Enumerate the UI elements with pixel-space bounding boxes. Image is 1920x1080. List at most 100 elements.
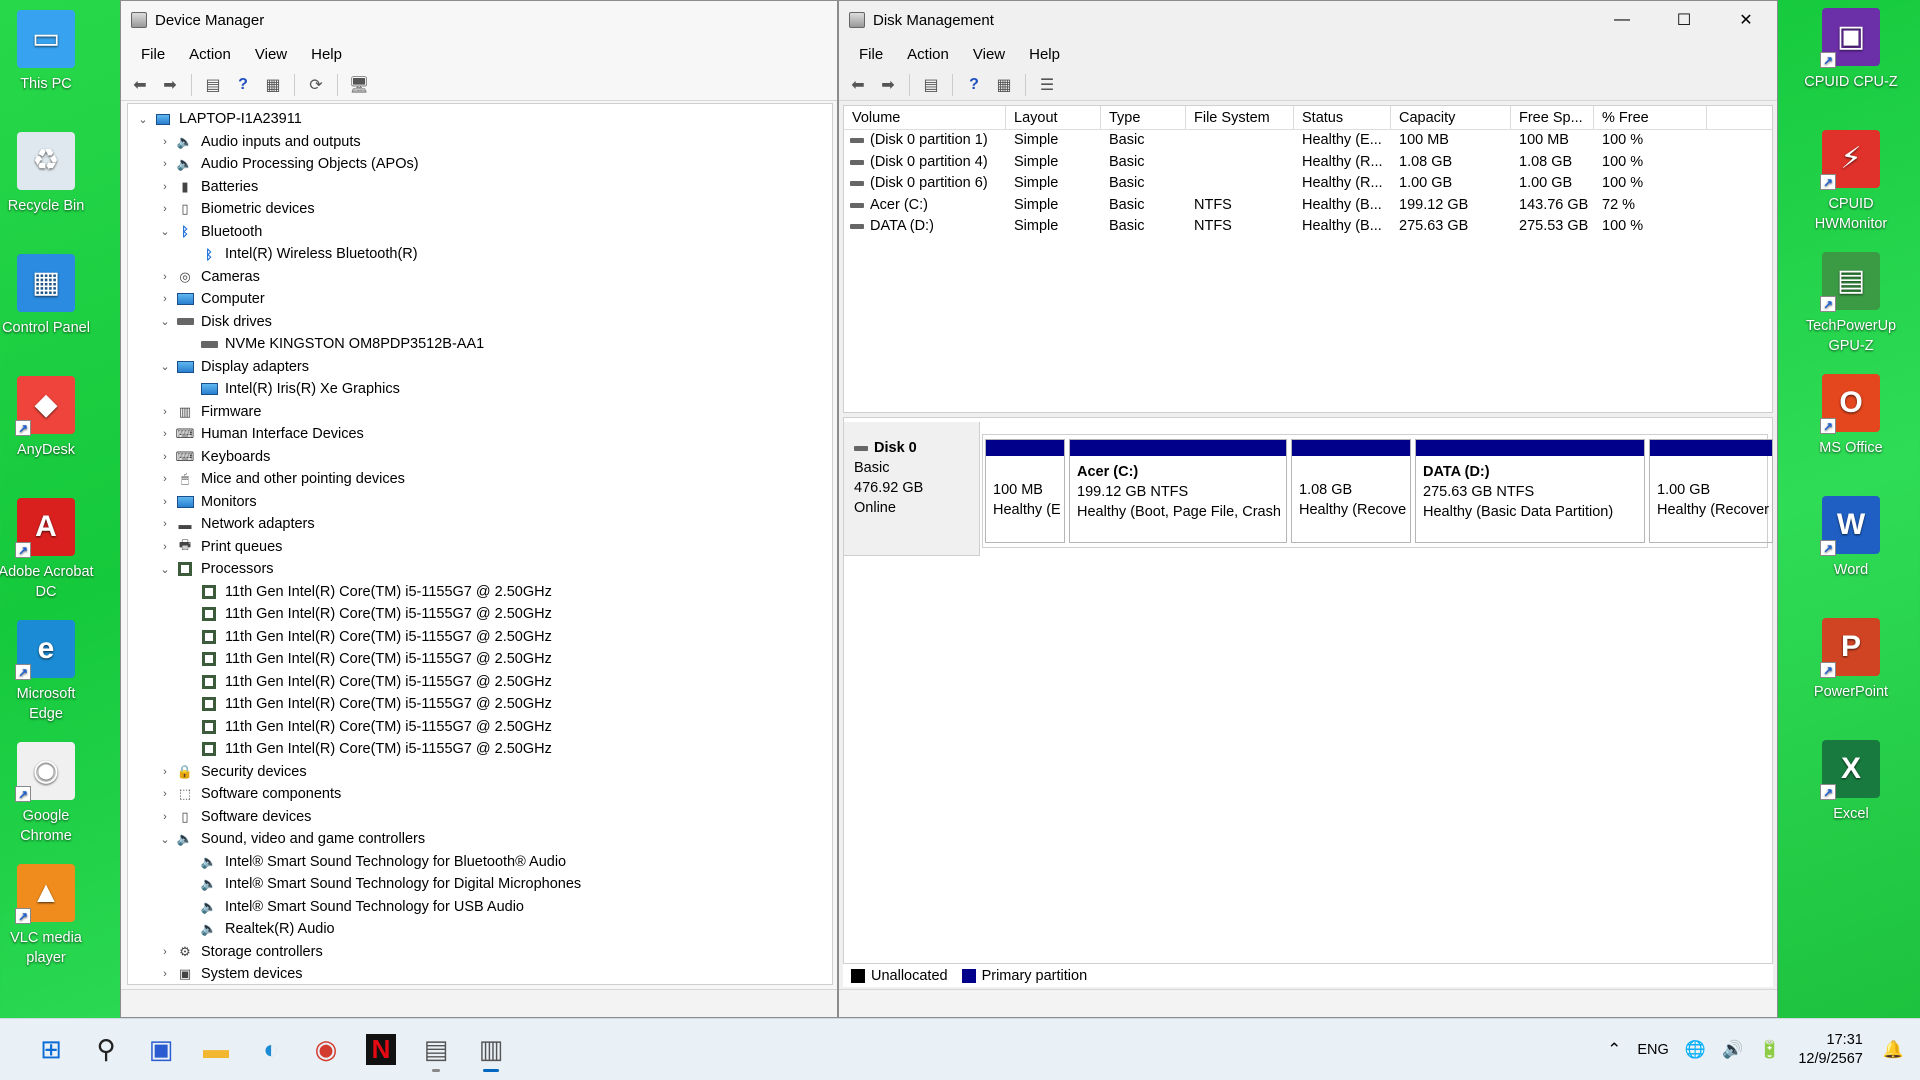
notification-bell-icon[interactable]: 🔔 [1883,1040,1904,1060]
chevron-down-icon[interactable]: ⌄ [154,833,176,846]
tree-category[interactable]: › ▯ Biometric devices [128,198,832,221]
tree-category[interactable]: ⌄ Processors [128,558,832,581]
scan-hardware-icon[interactable]: 🖥 [346,73,372,97]
close-icon[interactable]: ✕ [1715,1,1777,39]
chevron-right-icon[interactable]: › [154,473,176,485]
tree-category[interactable]: › 🔈 Audio inputs and outputs [128,131,832,154]
column-header[interactable]: Volume [844,106,1006,129]
help-icon[interactable]: ? [961,73,987,97]
chrome-taskbar-button[interactable]: ◉ [304,1028,348,1072]
tree-category[interactable]: ⌄ Disk drives [128,311,832,334]
chevron-right-icon[interactable]: › [154,203,176,215]
start-button[interactable]: ⊞ [29,1028,73,1072]
desktop-shortcut[interactable]: ▦ Control Panel [0,254,94,338]
disk-management-taskbar-button[interactable]: ▥ [469,1028,513,1072]
tree-category[interactable]: › ▬ Network adapters [128,513,832,536]
tree-device[interactable]: 🔈 Intel® Smart Sound Technology for USB A… [128,896,832,919]
tree-device[interactable]: 11th Gen Intel(R) Core(TM) i5-1155G7 @ 2… [128,603,832,626]
chevron-right-icon[interactable]: › [154,181,176,193]
desktop-shortcut[interactable]: P ↗ PowerPoint [1803,618,1899,702]
chevron-right-icon[interactable]: › [154,406,176,418]
menu-view[interactable]: View [961,46,1017,63]
forward-arrow-icon[interactable]: ➡ [157,73,183,97]
tree-root[interactable]: ⌄ LAPTOP-I1A23911 [128,108,832,131]
tree-device[interactable]: 11th Gen Intel(R) Core(TM) i5-1155G7 @ 2… [128,648,832,671]
tree-category[interactable]: › 🔒 Security devices [128,761,832,784]
back-arrow-icon[interactable]: ⬅ [845,73,871,97]
chevron-up-icon[interactable]: ⌃ [1607,1040,1621,1060]
chevron-right-icon[interactable]: › [154,518,176,530]
menu-help[interactable]: Help [1017,46,1072,63]
table-row[interactable]: DATA (D:) Simple Basic NTFS Healthy (B... 275… [844,216,1772,238]
tree-category[interactable]: › ▮ Batteries [128,176,832,199]
desktop-shortcut[interactable]: ▤ ↗ TechPowerUp GPU-Z [1803,252,1899,356]
chevron-right-icon[interactable]: › [154,136,176,148]
device-manager-titlebar[interactable]: Device Manager [121,1,837,39]
help-icon[interactable]: ? [230,73,256,97]
chevron-right-icon[interactable]: › [154,451,176,463]
table-row[interactable]: (Disk 0 partition 6) Simple Basic Healthy (… [844,173,1772,195]
chevron-right-icon[interactable]: › [154,946,176,958]
chevron-right-icon[interactable]: › [154,271,176,283]
tree-device[interactable]: 🔈 Intel® Smart Sound Technology for Bluet… [128,851,832,874]
chevron-right-icon[interactable]: › [154,496,176,508]
chevron-right-icon[interactable]: › [154,968,176,980]
tree-device[interactable]: 11th Gen Intel(R) Core(TM) i5-1155G7 @ 2… [128,716,832,739]
tree-category[interactable]: › ▥ Firmware [128,401,832,424]
table-row[interactable]: Acer (C:) Simple Basic NTFS Healthy (B... 199… [844,195,1772,217]
chevron-down-icon[interactable]: ⌄ [154,563,176,576]
tree-category[interactable]: › ◎ Cameras [128,266,832,289]
back-arrow-icon[interactable]: ⬅ [127,73,153,97]
tree-category[interactable]: › ⚙ Storage controllers [128,941,832,964]
chevron-right-icon[interactable]: › [154,788,176,800]
partition-block[interactable]: 1.08 GB Healthy (Recove [1291,439,1411,543]
tree-device[interactable]: ᛒ Intel(R) Wireless Bluetooth(R) [128,243,832,266]
edge-taskbar-button[interactable]: ◐ [249,1028,293,1072]
tree-device[interactable]: 🔈 Intel® Smart Sound Technology for Digit… [128,873,832,896]
maximize-icon[interactable]: ☐ [1653,1,1715,39]
tree-category[interactable]: › Computer [128,288,832,311]
desktop-shortcut[interactable]: ♻ Recycle Bin [0,132,94,216]
tree-category[interactable]: ⌄ Display adapters [128,356,832,379]
tree-device[interactable]: 11th Gen Intel(R) Core(TM) i5-1155G7 @ 2… [128,738,832,761]
tree-device[interactable]: 11th Gen Intel(R) Core(TM) i5-1155G7 @ 2… [128,693,832,716]
desktop-shortcut[interactable]: ▣ ↗ CPUID CPU-Z [1803,8,1899,92]
partition-block[interactable]: 1.00 GB Healthy (Recover [1649,439,1773,543]
desktop-shortcut[interactable]: ▭ This PC [0,10,94,94]
tree-category[interactable]: › ▣ System devices [128,963,832,984]
network-globe-icon[interactable]: 🌐 [1685,1040,1706,1060]
tree-device[interactable]: NVMe KINGSTON OM8PDP3512B-AA1 [128,333,832,356]
chevron-right-icon[interactable]: › [154,541,176,553]
volume-icon[interactable]: 🔊 [1722,1040,1743,1060]
column-header[interactable]: Capacity [1391,106,1511,129]
menu-action[interactable]: Action [895,46,961,63]
table-row[interactable]: (Disk 0 partition 4) Simple Basic Healthy (… [844,152,1772,174]
disk-0-info[interactable]: Disk 0 Basic 476.92 GB Online [844,422,980,556]
column-header[interactable]: Layout [1006,106,1101,129]
settings-list-icon[interactable]: ☰ [1034,73,1060,97]
file-explorer-button[interactable]: ▬ [194,1028,238,1072]
desktop-shortcut[interactable]: W ↗ Word [1803,496,1899,580]
language-indicator[interactable]: ENG [1637,1042,1668,1058]
properties-icon[interactable]: ▦ [260,73,286,97]
column-header[interactable]: Status [1294,106,1391,129]
tree-category[interactable]: › Monitors [128,491,832,514]
menu-file[interactable]: File [847,46,895,63]
tree-device[interactable]: 🔈 Realtek(R) Audio [128,918,832,941]
store-button[interactable]: ▣ [139,1028,183,1072]
column-header[interactable]: Type [1101,106,1186,129]
chevron-right-icon[interactable]: › [154,811,176,823]
desktop-shortcut[interactable]: ◆ ↗ AnyDesk [0,376,94,460]
desktop-shortcut[interactable]: ⚡ ↗ CPUID HWMonitor [1803,130,1899,234]
properties-icon[interactable]: ▦ [991,73,1017,97]
tree-category[interactable]: › 🖶 Print queues [128,536,832,559]
clock[interactable]: 17:31 12/9/2567 [1798,1031,1863,1069]
desktop-shortcut[interactable]: e ↗ Microsoft Edge [0,620,94,724]
chevron-down-icon[interactable]: ⌄ [132,113,154,126]
chevron-down-icon[interactable]: ⌄ [154,315,176,328]
partition-block[interactable]: 100 MB Healthy (E [985,439,1065,543]
chevron-down-icon[interactable]: ⌄ [154,360,176,373]
tree-category[interactable]: › ▯ Software devices [128,806,832,829]
disk-management-titlebar[interactable]: Disk Management — ☐ ✕ [839,1,1777,39]
menu-action[interactable]: Action [177,46,243,63]
